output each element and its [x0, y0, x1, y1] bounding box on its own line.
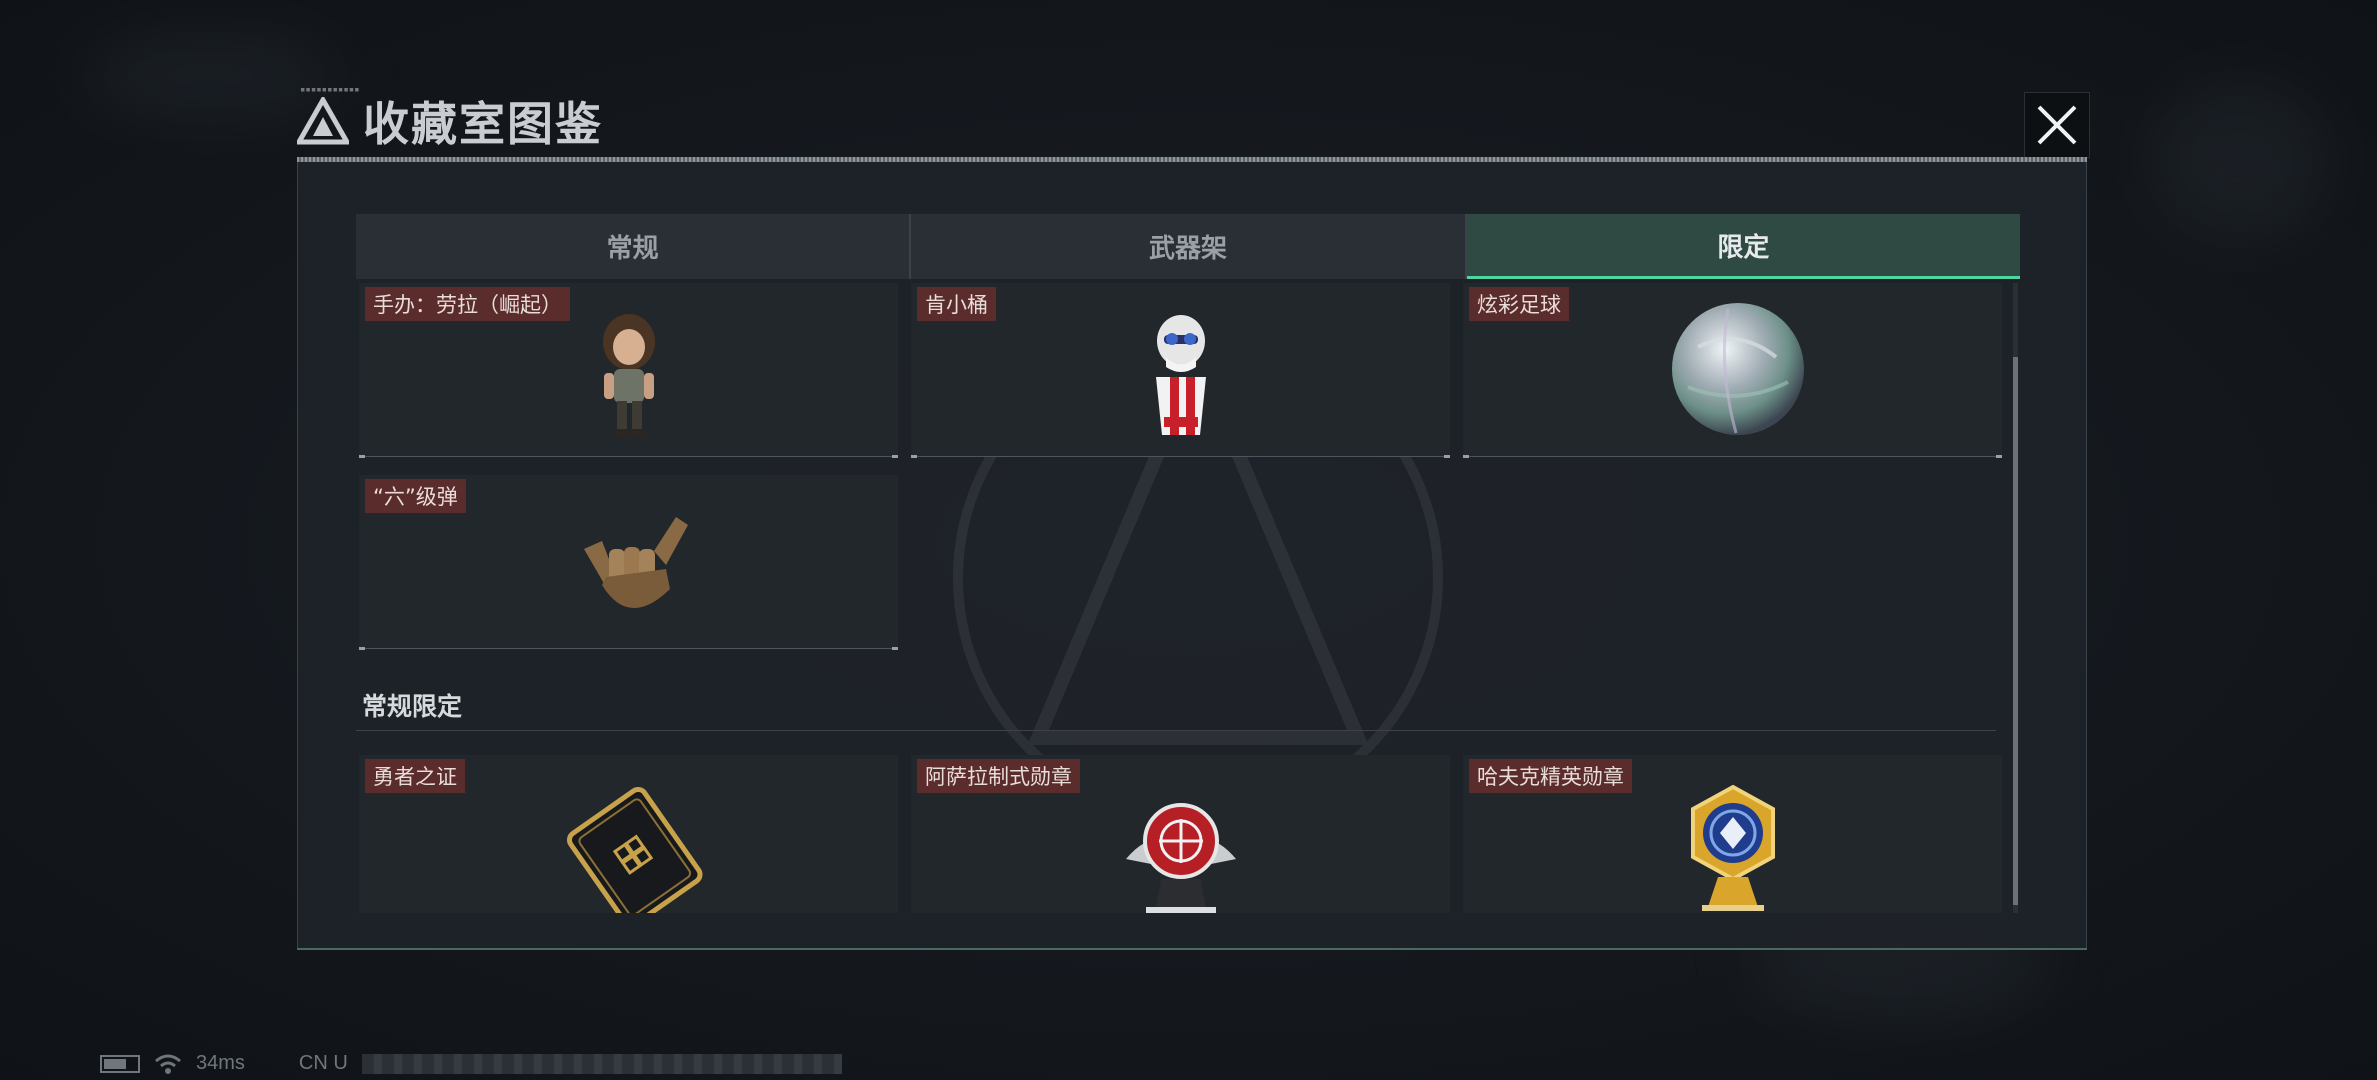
wifi-icon: [155, 1054, 181, 1074]
asara-medal-icon: [1125, 803, 1236, 913]
item-corner-tick: [359, 647, 365, 650]
item-corner-tick: [1463, 455, 1469, 458]
haavk-elite-medal-icon: [1690, 784, 1775, 911]
section-divider: [356, 730, 1996, 731]
item-label: 手办：劳拉（崛起）: [365, 287, 570, 321]
vertical-scrollbar[interactable]: [2013, 283, 2018, 913]
battery-icon: [100, 1054, 140, 1073]
close-button[interactable]: [2024, 92, 2090, 158]
item-label: 勇者之证: [365, 759, 465, 793]
item-label: 肯小桶: [917, 287, 996, 321]
close-icon: [2037, 105, 2077, 145]
page-title: 收藏室图鉴: [363, 97, 603, 151]
item-divider: [359, 456, 898, 457]
item-label: 炫彩足球: [1469, 287, 1569, 321]
category-tabs: 常规 武器架 限定: [356, 214, 2020, 279]
collection-item[interactable]: 手办：劳拉（崛起）: [359, 283, 898, 458]
collection-item[interactable]: 阿萨拉制式勋章: [911, 755, 1450, 913]
panel-top-border: [297, 157, 2087, 162]
item-corner-tick: [892, 647, 898, 650]
background-blur: [2150, 80, 2330, 240]
item-label: 阿萨拉制式勋章: [917, 759, 1080, 793]
shaka-hand-icon: [583, 517, 688, 609]
item-label: 哈夫克精英勋章: [1469, 759, 1632, 793]
latency-text: 34ms: [196, 1052, 245, 1074]
collection-item[interactable]: “六”级弹: [359, 475, 898, 650]
collection-item[interactable]: 哈夫克精英勋章: [1463, 755, 2002, 913]
item-divider: [911, 456, 1450, 457]
lara-figure-icon: [602, 314, 655, 437]
collection-item[interactable]: 勇者之证: [359, 755, 898, 913]
brave-card-icon: [566, 786, 703, 913]
delta-logo-icon: [297, 97, 349, 145]
item-label: “六”级弹: [365, 479, 466, 513]
status-bar: 34ms CN U: [100, 1052, 842, 1075]
section-heading: 常规限定: [362, 692, 463, 721]
tab-regular[interactable]: 常规: [356, 214, 912, 279]
item-corner-tick: [359, 455, 365, 458]
panel-bottom-border: [297, 948, 2087, 950]
kfc-bucket-figure-icon: [1155, 315, 1206, 435]
iridescent-football-icon: [1671, 303, 1804, 435]
item-corner-tick: [1444, 455, 1450, 458]
tab-limited[interactable]: 限定: [1466, 214, 2020, 279]
scrollbar-thumb[interactable]: [2013, 357, 2018, 905]
item-corner-tick: [911, 455, 917, 458]
tab-weapon-rack[interactable]: 武器架: [911, 214, 1467, 279]
region-text: CN U: [298, 1052, 348, 1074]
item-corner-tick: [892, 455, 898, 458]
item-divider: [1463, 456, 2002, 457]
collection-item[interactable]: 肯小桶: [911, 283, 1450, 458]
item-divider: [359, 648, 898, 649]
item-corner-tick: [1996, 455, 2002, 458]
window-header: 收藏室图鉴: [297, 92, 603, 151]
collection-item[interactable]: 炫彩足球: [1463, 283, 2002, 458]
redacted-id: [361, 1053, 842, 1074]
collection-grid[interactable]: 手办：劳拉（崛起） 肯小桶 炫彩足球 “六”级弹 常规限定 勇者之证 阿萨拉制式…: [356, 283, 2020, 913]
